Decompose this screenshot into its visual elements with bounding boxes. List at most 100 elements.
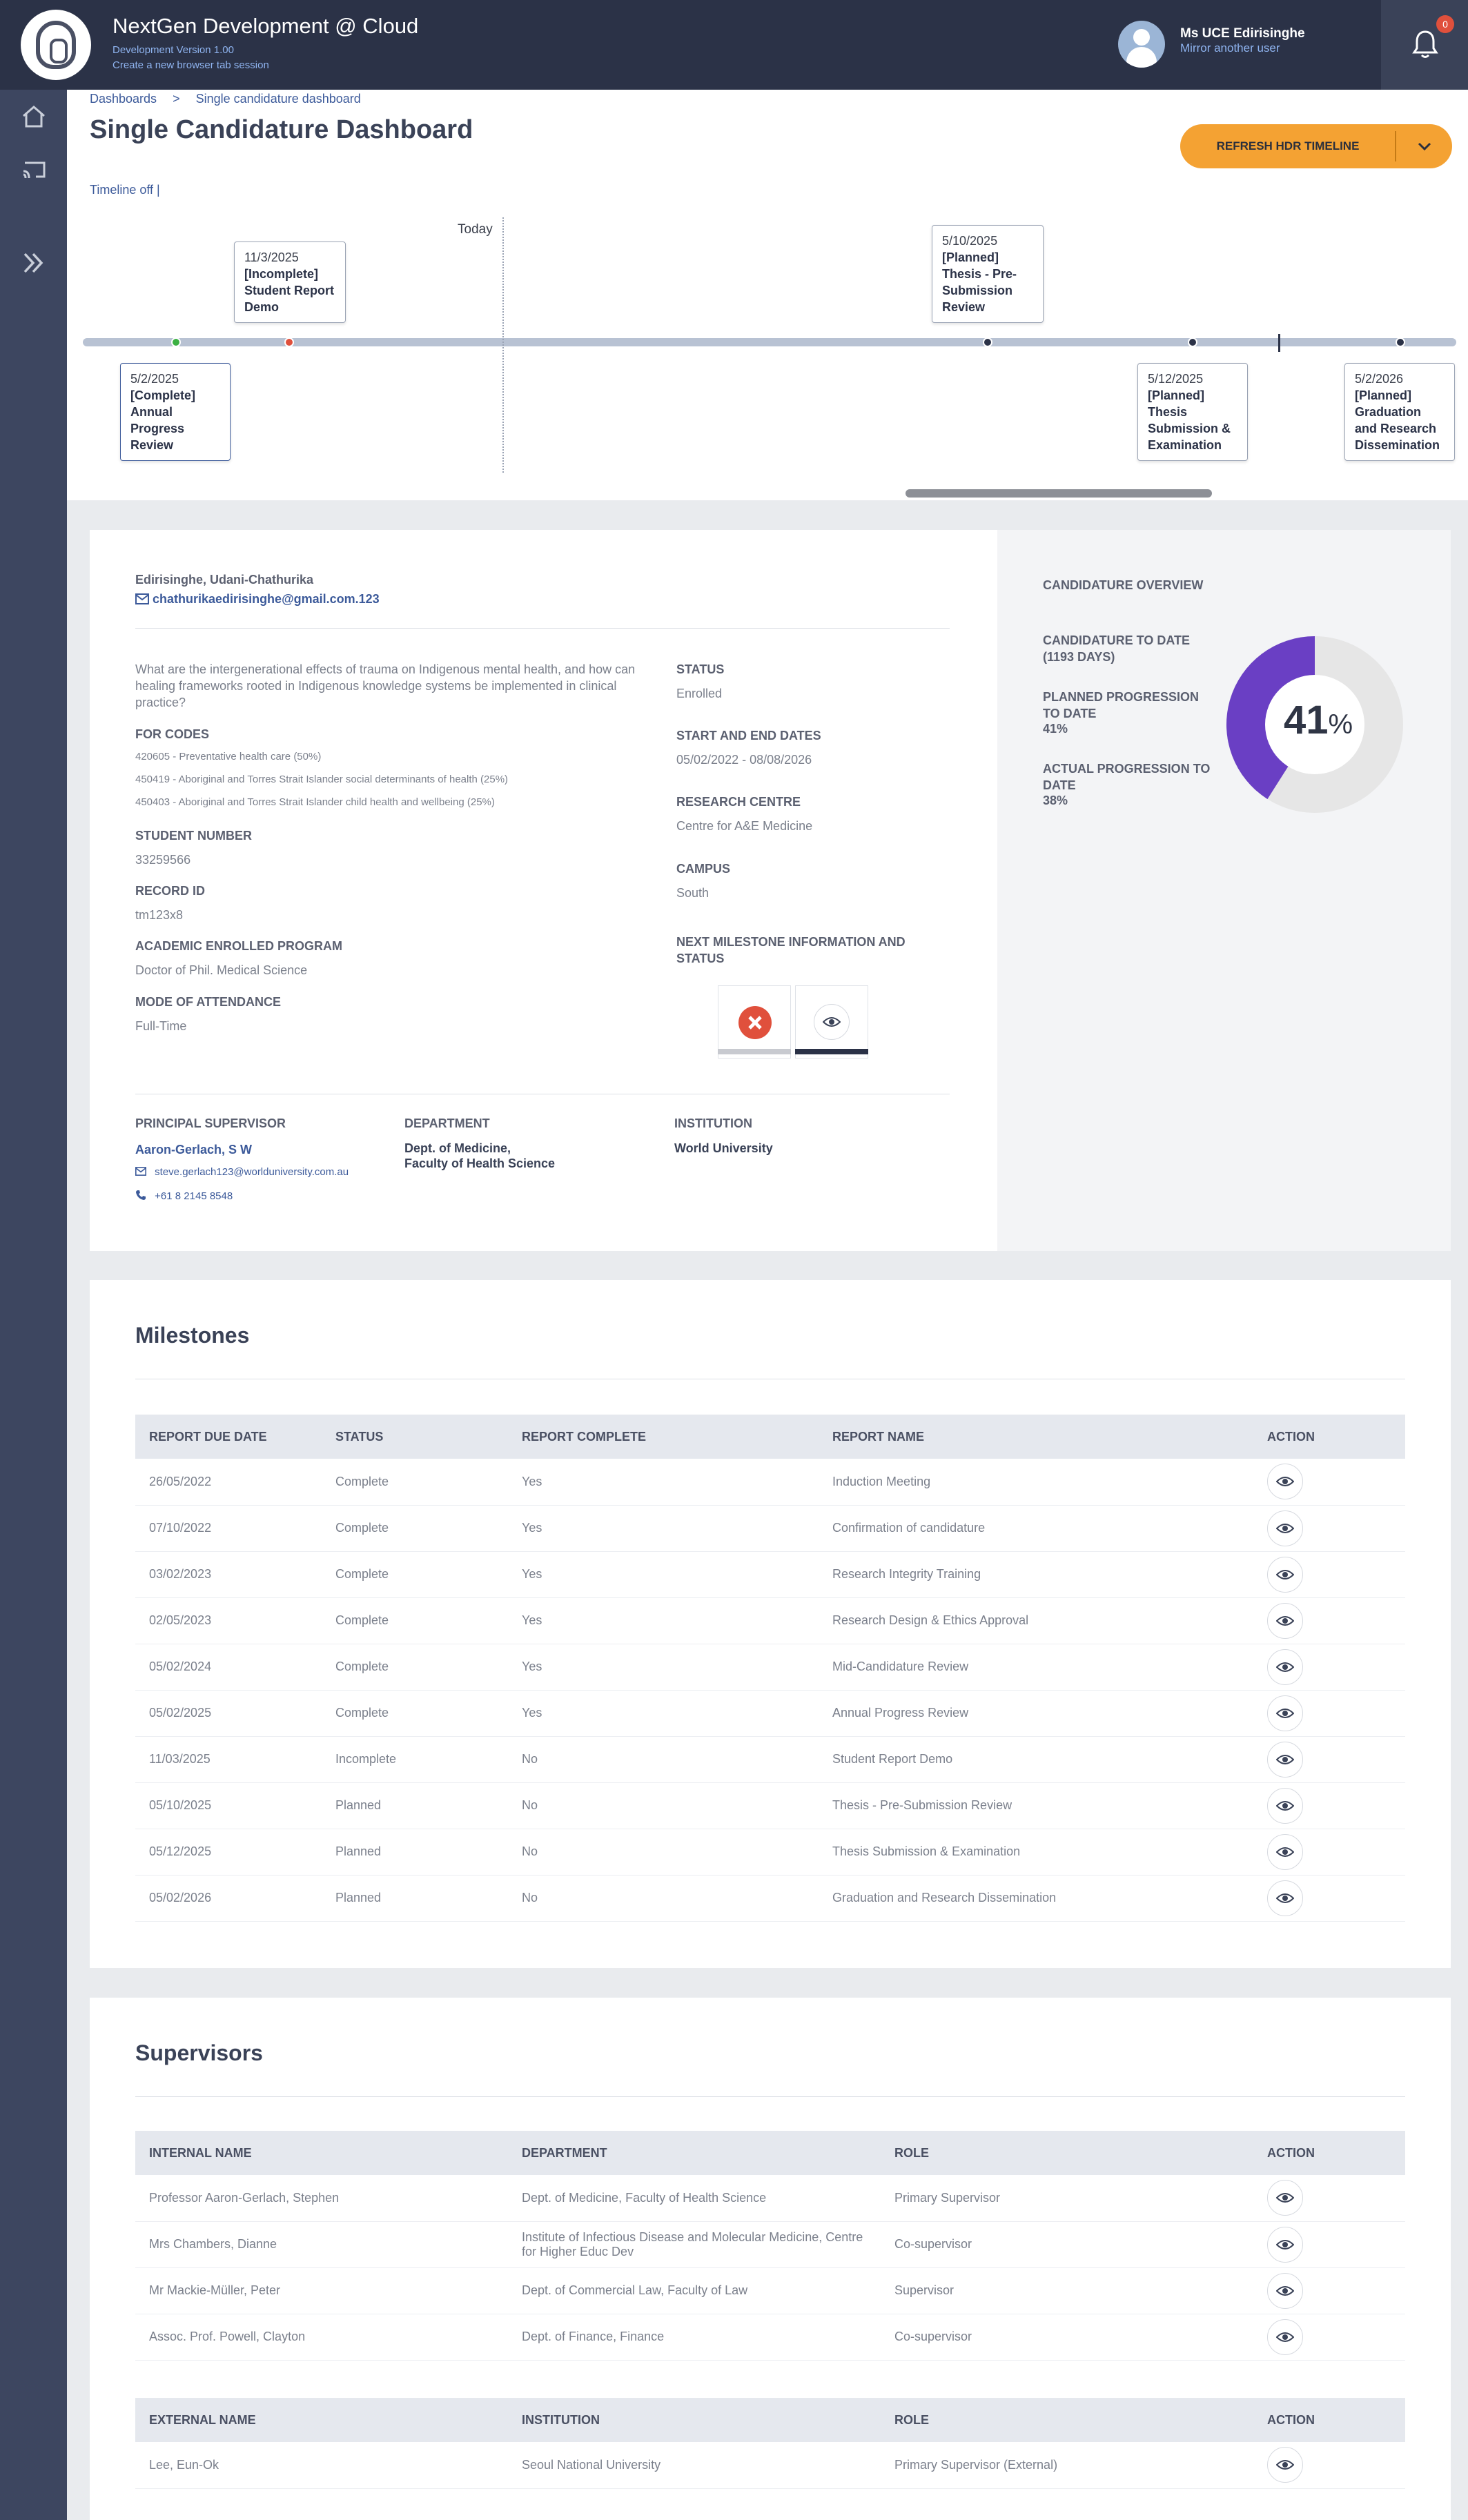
timeline-card[interactable]: 5/2/2026 [Planned] Graduation and Resear…: [1344, 363, 1455, 461]
view-button[interactable]: [1267, 1880, 1303, 1916]
supervisor-phone-row[interactable]: +61 8 2145 8548: [135, 1190, 233, 1202]
supervisor-phone[interactable]: +61 8 2145 8548: [155, 1190, 233, 1202]
phone-icon: [136, 1190, 146, 1200]
table-cell: Confirmation of candidature: [819, 1505, 1253, 1552]
table-row[interactable]: 11/03/2025 Incomplete No Student Report Dem…: [135, 1736, 1405, 1783]
department-label: DEPARTMENT: [404, 1116, 490, 1130]
table-row[interactable]: 07/10/2022 Complete Yes Confirmation of can…: [135, 1505, 1405, 1552]
view-button[interactable]: [1267, 1833, 1303, 1870]
milestone-status-bar: [718, 1049, 791, 1054]
action-cell: [1253, 1736, 1405, 1783]
column-header: ACTION: [1253, 2131, 1405, 2175]
view-button[interactable]: [1267, 1556, 1303, 1593]
view-button[interactable]: [1267, 2319, 1303, 2355]
timeline-dot-complete[interactable]: [171, 337, 181, 347]
column-header[interactable]: ROLE: [881, 2398, 1253, 2442]
breadcrumb-dashboards[interactable]: Dashboards: [90, 92, 157, 106]
column-header[interactable]: ROLE: [881, 2131, 1253, 2175]
table-cell: Mrs Chambers, Dianne: [135, 2221, 508, 2268]
bell-icon: [1412, 30, 1438, 58]
timeline-toggle[interactable]: Timeline off |: [90, 183, 160, 197]
column-header[interactable]: REPORT COMPLETE: [508, 1415, 819, 1459]
milestone-incomplete-box[interactable]: [718, 985, 791, 1059]
table-row[interactable]: 05/02/2025 Complete Yes Annual Progress Rev…: [135, 1690, 1405, 1737]
table-row[interactable]: Mrs Chambers, Dianne Institute of Infecti…: [135, 2221, 1405, 2268]
notifications-button[interactable]: 0: [1381, 0, 1468, 90]
mirror-user-link[interactable]: Mirror another user: [1180, 41, 1280, 55]
candidate-email[interactable]: chathurikaedirisinghe@gmail.com.123: [153, 592, 380, 606]
supervisor-email[interactable]: steve.gerlach123@worlduniversity.com.au: [155, 1166, 349, 1178]
timeline-card[interactable]: 5/2/2025 [Complete] Annual Progress Revi…: [120, 363, 231, 461]
milestone-view-box[interactable]: [795, 985, 868, 1059]
principal-supervisor-name[interactable]: Aaron-Gerlach, S W: [135, 1143, 252, 1157]
view-button[interactable]: [1267, 1695, 1303, 1731]
view-button[interactable]: [1267, 1464, 1303, 1500]
table-cell: Planned: [322, 1782, 508, 1829]
column-header[interactable]: DEPARTMENT: [508, 2131, 881, 2175]
supervisor-email-row[interactable]: steve.gerlach123@worlduniversity.com.au: [135, 1166, 349, 1178]
refresh-timeline-button[interactable]: REFRESH HDR TIMELINE: [1180, 124, 1452, 168]
expand-sidebar-icon[interactable]: [19, 248, 48, 277]
table-cell: 05/02/2026: [135, 1875, 322, 1922]
candidate-email-row[interactable]: chathurikaedirisinghe@gmail.com.123: [135, 592, 380, 607]
table-cell: Complete: [322, 1644, 508, 1691]
view-button[interactable]: [1267, 2272, 1303, 2309]
action-cell: [1253, 1690, 1405, 1737]
internal-supervisors-table: INTERNAL NAME DEPARTMENT ROLE ACTION Pro…: [135, 2131, 1405, 2361]
timeline-dot-planned[interactable]: [983, 337, 992, 347]
breadcrumb-current[interactable]: Single candidature dashboard: [196, 92, 361, 106]
column-header[interactable]: INSTITUTION: [508, 2398, 881, 2442]
refresh-timeline-label[interactable]: REFRESH HDR TIMELINE: [1180, 124, 1396, 168]
column-header[interactable]: REPORT DUE DATE: [135, 1415, 322, 1459]
column-header[interactable]: STATUS: [322, 1415, 508, 1459]
table-cell: Dept. of Finance, Finance: [508, 2314, 881, 2361]
view-button[interactable]: [1267, 1741, 1303, 1778]
timeline-dot-planned[interactable]: [1396, 337, 1405, 347]
view-button[interactable]: [814, 1004, 850, 1040]
user-avatar[interactable]: [1118, 21, 1165, 68]
timeline-card[interactable]: 5/12/2025 [Planned] Thesis Submission & …: [1137, 363, 1248, 461]
column-header[interactable]: EXTERNAL NAME: [135, 2398, 508, 2442]
table-row[interactable]: 26/05/2022 Complete Yes Induction Meeting: [135, 1459, 1405, 1506]
eye-icon: [1276, 1569, 1294, 1579]
timeline-card[interactable]: 11/3/2025 [Incomplete] Student Report De…: [234, 242, 346, 323]
timeline-scrollbar[interactable]: [906, 489, 1212, 498]
table-row[interactable]: 05/02/2026 Planned No Graduation and Resear…: [135, 1875, 1405, 1922]
cast-screen-icon[interactable]: [19, 156, 48, 185]
table-cell: 26/05/2022: [135, 1459, 322, 1506]
table-row[interactable]: 05/12/2025 Planned No Thesis Submission & E…: [135, 1829, 1405, 1876]
chevron-down-icon[interactable]: [1415, 137, 1434, 156]
column-header[interactable]: INTERNAL NAME: [135, 2131, 508, 2175]
attendance: Full-Time: [135, 1019, 187, 1033]
timeline-dot-incomplete[interactable]: [284, 337, 294, 347]
view-button[interactable]: [1267, 1602, 1303, 1639]
table-row[interactable]: 02/05/2023 Complete Yes Research Design & E…: [135, 1597, 1405, 1644]
table-row[interactable]: 05/02/2024 Complete Yes Mid-Candidature Rev…: [135, 1644, 1405, 1691]
view-button[interactable]: [1267, 2180, 1303, 2216]
home-icon[interactable]: [19, 102, 48, 131]
view-button[interactable]: [1267, 1787, 1303, 1824]
dates-label: START AND END DATES: [676, 729, 821, 742]
action-cell: [1253, 2175, 1405, 2222]
action-cell: [1253, 1875, 1405, 1922]
column-header[interactable]: REPORT NAME: [819, 1415, 1253, 1459]
eye-icon: [1276, 2332, 1294, 2342]
table-row[interactable]: Lee, Eun-Ok Seoul National University Prim…: [135, 2442, 1405, 2489]
table-row[interactable]: 03/02/2023 Complete Yes Research Integrity …: [135, 1551, 1405, 1598]
view-button[interactable]: [1267, 2226, 1303, 2263]
view-button[interactable]: [1267, 1510, 1303, 1546]
table-row[interactable]: 05/10/2025 Planned No Thesis - Pre-Submissi…: [135, 1782, 1405, 1829]
timeline-dot-planned[interactable]: [1188, 337, 1197, 347]
record-id: tm123x8: [135, 908, 184, 922]
table-row[interactable]: Mr Mackie-Müller, Peter Dept. of Commerci…: [135, 2267, 1405, 2314]
table-row[interactable]: Professor Aaron-Gerlach, Stephen Dept. of…: [135, 2175, 1405, 2222]
candidate-name: Edirisinghe, Udani-Chathurika: [135, 573, 314, 587]
view-button[interactable]: [1267, 1648, 1303, 1685]
view-button[interactable]: [1267, 2447, 1303, 2483]
new-tab-link[interactable]: Create a new browser tab session: [112, 59, 269, 71]
table-cell: Lee, Eun-Ok: [135, 2442, 508, 2489]
user-name[interactable]: Ms UCE Edirisinghe: [1180, 26, 1305, 41]
table-row[interactable]: Assoc. Prof. Powell, Clayton Dept. of Fin…: [135, 2314, 1405, 2361]
app-logo[interactable]: [21, 10, 91, 80]
timeline-card[interactable]: 5/10/2025 [Planned] Thesis - Pre-Submiss…: [932, 225, 1044, 323]
